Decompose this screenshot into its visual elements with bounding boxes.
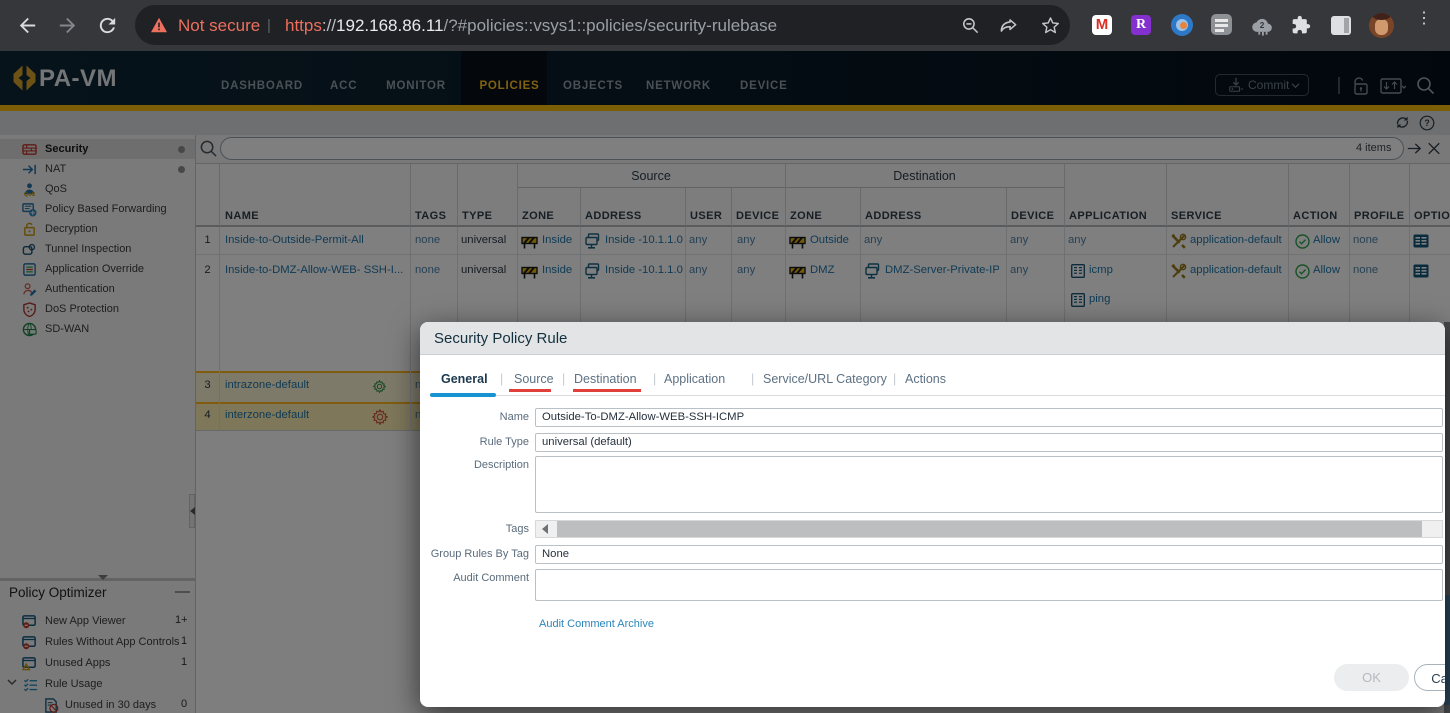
svg-text:2: 2 xyxy=(1260,21,1265,30)
